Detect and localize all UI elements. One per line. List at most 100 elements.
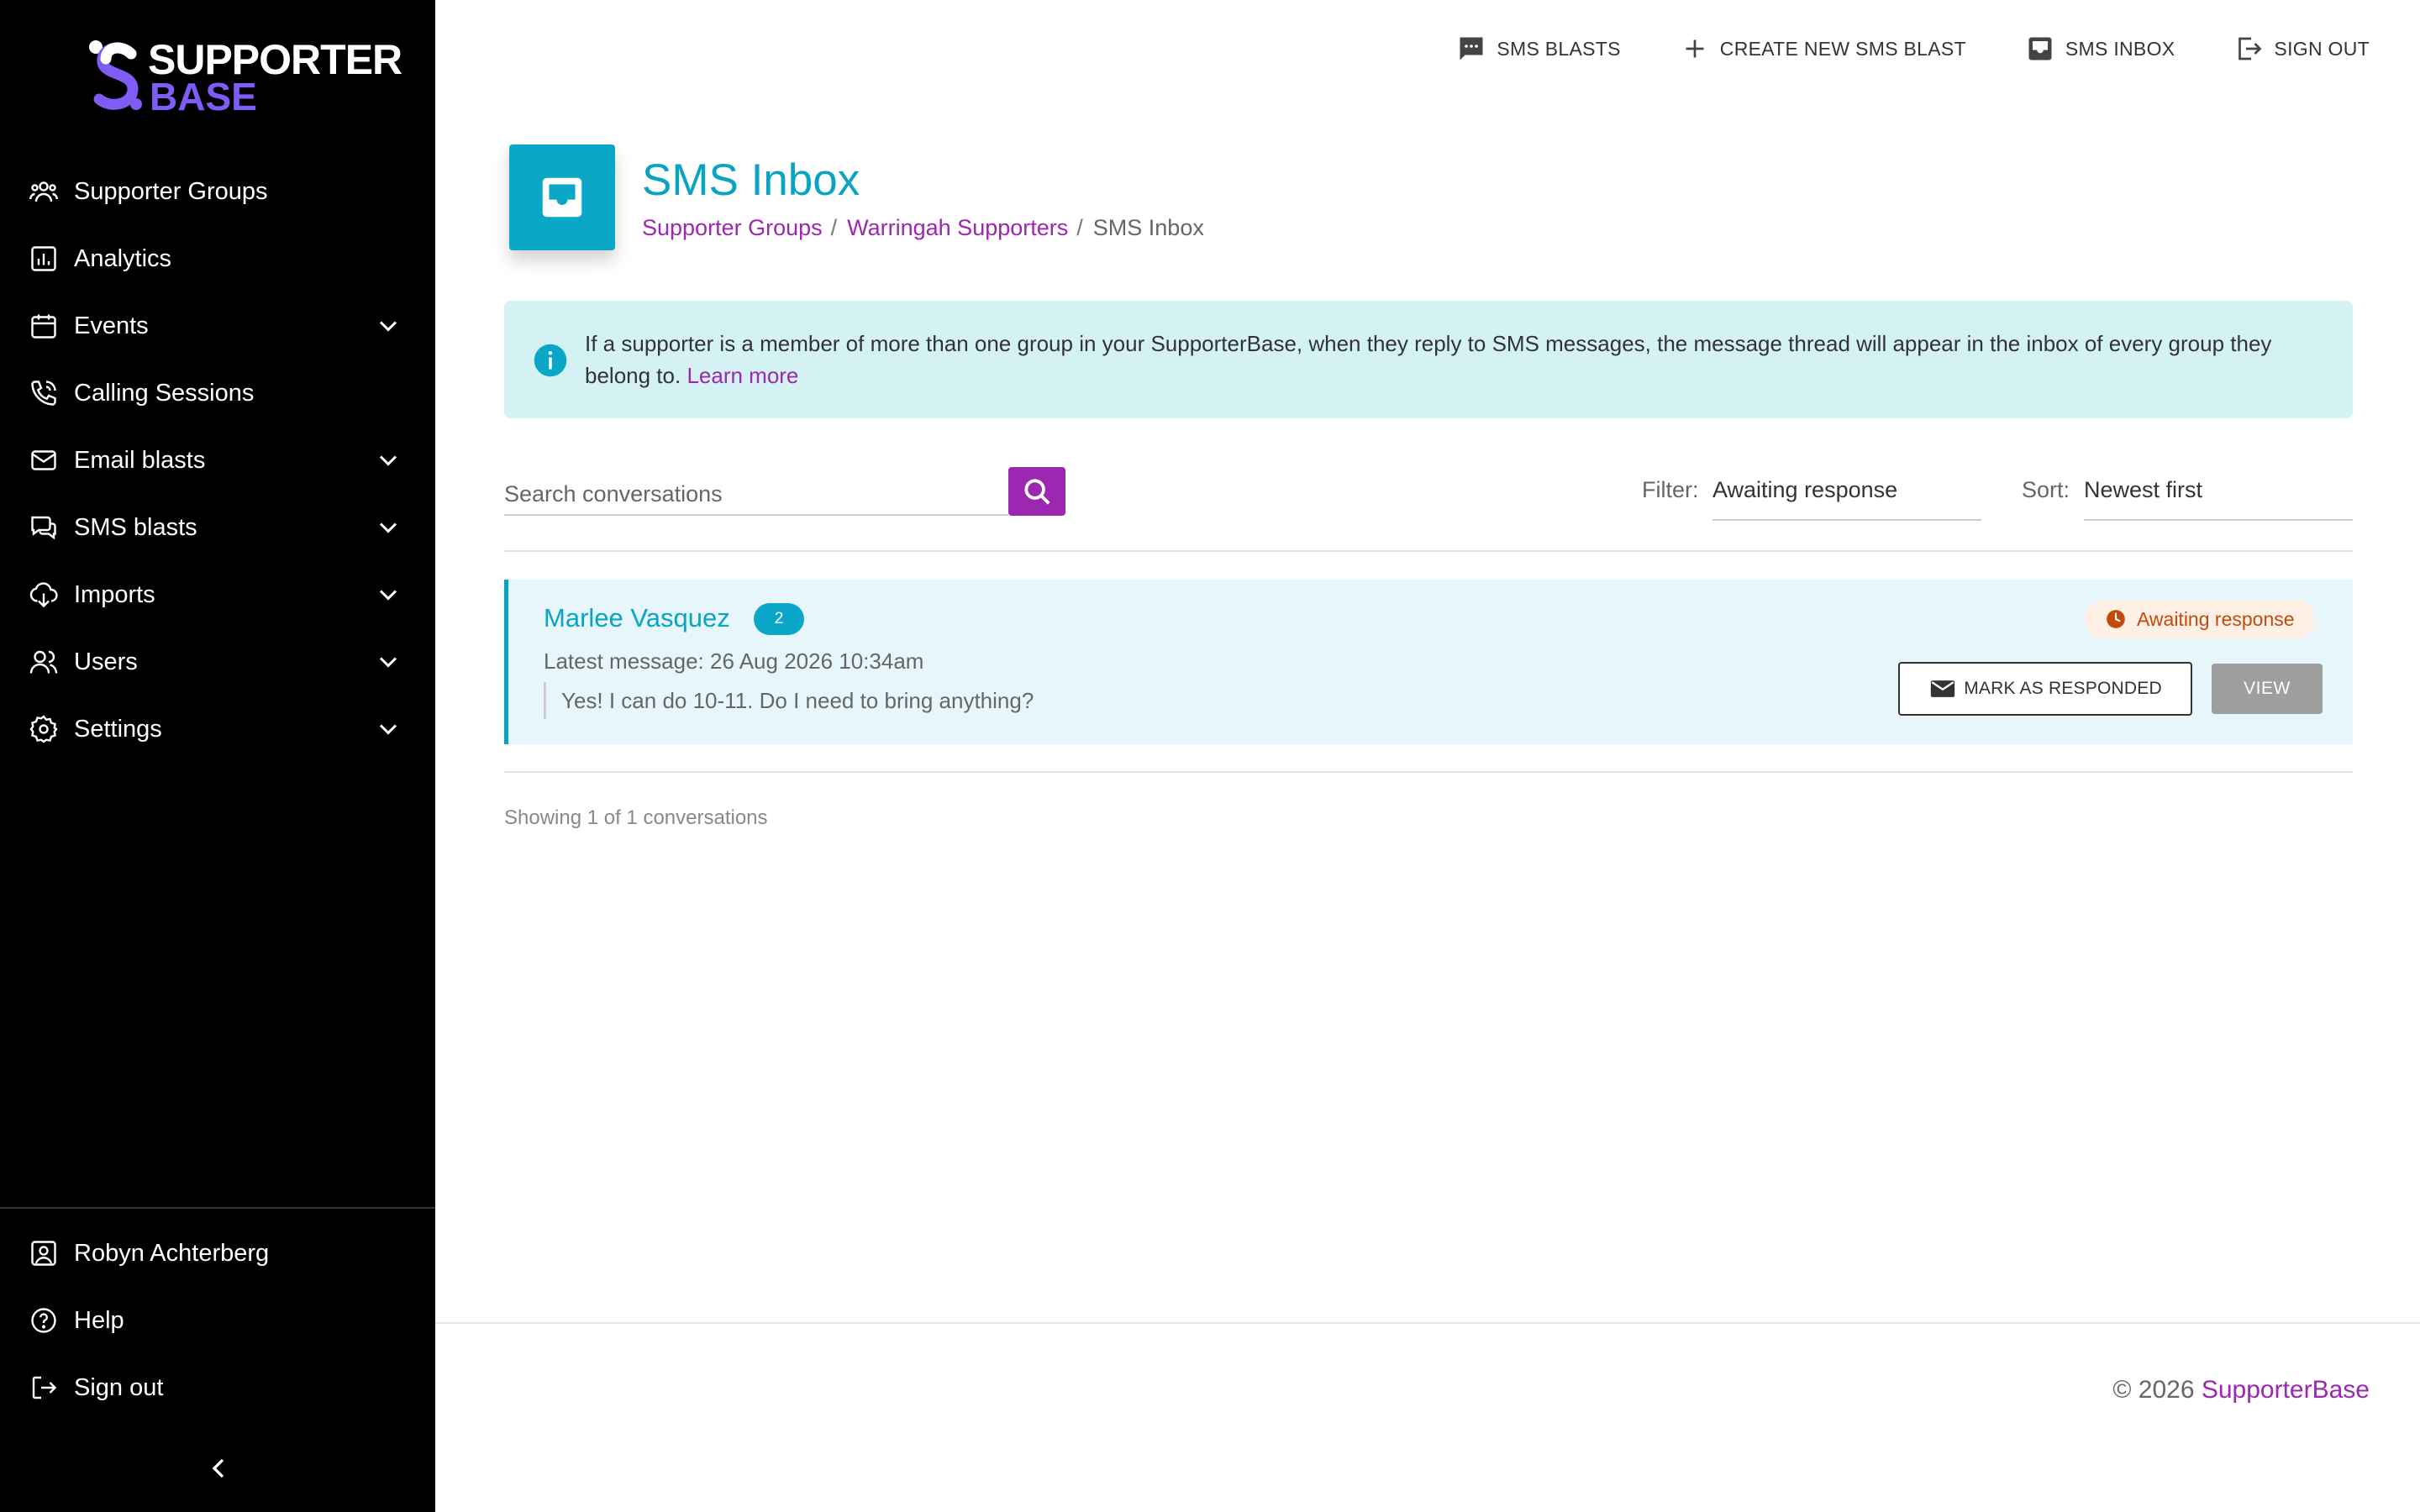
- message-count-badge: 2: [754, 603, 804, 635]
- info-icon: [534, 344, 567, 377]
- filter-label: Filter:: [1642, 477, 1699, 502]
- mark-as-responded-label: MARK AS RESPONDED: [1964, 679, 2162, 698]
- top-link-sms-blasts[interactable]: SMS BLASTS: [1456, 34, 1620, 64]
- sidebar-item-users[interactable]: Users: [0, 628, 435, 696]
- sidebar-nav: Supporter Groups Analytics Events Callin…: [0, 158, 435, 763]
- breadcrumb-separator: /: [830, 215, 838, 240]
- help-circle-icon: [27, 1304, 60, 1337]
- status-badge: Awaiting response: [2085, 600, 2315, 638]
- plus-icon: [1686, 39, 1704, 58]
- top-link-sign-out[interactable]: SIGN OUT: [2233, 34, 2370, 64]
- sidebar-item-analytics[interactable]: Analytics: [0, 225, 435, 292]
- collapse-sidebar-icon[interactable]: [202, 1452, 235, 1485]
- top-link-label: SIGN OUT: [2274, 37, 2370, 60]
- info-alert-message: If a supporter is a member of more than …: [585, 331, 2272, 388]
- sidebar-item-imports[interactable]: Imports: [0, 561, 435, 628]
- sidebar-divider: [0, 1207, 435, 1209]
- chevron-down-icon: [379, 724, 397, 735]
- sidebar: SUPPORTER BASE Supporter Groups Analytic…: [0, 0, 435, 1512]
- download-icon: [27, 578, 60, 612]
- calendar-icon: [27, 309, 60, 343]
- top-link-create-new-sms-blast[interactable]: CREATE NEW SMS BLAST: [1680, 34, 1966, 64]
- latest-message-timestamp: Latest message: 26 Aug 2026 10:34am: [544, 648, 924, 674]
- phone-icon: [27, 376, 60, 410]
- breadcrumb-link-supporter-groups[interactable]: Supporter Groups: [642, 215, 823, 241]
- top-link-label: CREATE NEW SMS BLAST: [1719, 37, 1966, 60]
- search-input[interactable]: [504, 467, 1008, 516]
- breadcrumb-separator: /: [1076, 215, 1083, 240]
- sidebar-item-label: Calling Sessions: [74, 379, 255, 407]
- breadcrumb-link-warringah-supporters[interactable]: Warringah Supporters: [847, 215, 1068, 241]
- learn-more-link[interactable]: Learn more: [687, 363, 798, 388]
- clock-icon: [2107, 610, 2125, 628]
- sidebar-item-label: Supporter Groups: [74, 177, 268, 205]
- top-link-sms-inbox[interactable]: SMS INBOX: [2025, 34, 2175, 64]
- contact-name[interactable]: Marlee Vasquez: [544, 603, 730, 633]
- sidebar-item-label: Robyn Achterberg: [74, 1239, 270, 1267]
- footer: © 2026 SupporterBase: [2112, 1376, 2370, 1404]
- inbox-icon: [2028, 37, 2052, 60]
- info-alert: If a supporter is a member of more than …: [504, 301, 2353, 418]
- footer-divider: [435, 1322, 2420, 1324]
- account-box-icon: [27, 1236, 60, 1270]
- sidebar-item-events[interactable]: Events: [0, 292, 435, 360]
- mark-as-responded-button[interactable]: MARK AS RESPONDED: [1898, 662, 2192, 716]
- sidebar-item-label: Email blasts: [74, 446, 206, 474]
- sidebar-item-label: Users: [74, 648, 138, 675]
- info-alert-text: If a supporter is a member of more than …: [585, 328, 2316, 391]
- chevron-down-icon: [379, 522, 397, 533]
- results-count: Showing 1 of 1 conversations: [504, 806, 768, 829]
- sidebar-item-help[interactable]: Help: [0, 1287, 435, 1354]
- chevron-down-icon: [379, 455, 397, 466]
- inbox-icon: [542, 177, 582, 218]
- sidebar-item-sms-blasts[interactable]: SMS blasts: [0, 494, 435, 561]
- chat-bubbles-icon: [27, 511, 60, 544]
- view-button[interactable]: VIEW: [2212, 664, 2323, 714]
- sidebar-item-label: Settings: [74, 715, 162, 743]
- divider: [504, 550, 2353, 552]
- logo[interactable]: SUPPORTER BASE: [87, 34, 402, 118]
- search-icon: [1024, 479, 1050, 505]
- mail-icon: [27, 444, 60, 477]
- message-preview: Yes! I can do 10-11. Do I need to bring …: [544, 682, 1034, 719]
- footer-brand-link[interactable]: SupporterBase: [2202, 1376, 2370, 1404]
- top-nav: SMS BLASTS CREATE NEW SMS BLAST SMS INBO…: [1397, 30, 2370, 67]
- sidebar-item-calling-sessions[interactable]: Calling Sessions: [0, 360, 435, 427]
- sidebar-item-label: Imports: [74, 580, 155, 608]
- sidebar-item-label: Sign out: [74, 1373, 164, 1401]
- users-icon: [27, 645, 60, 679]
- chevron-down-icon: [379, 657, 397, 668]
- sidebar-item-settings[interactable]: Settings: [0, 696, 435, 763]
- chevron-down-icon: [379, 590, 397, 601]
- logo-word-base: BASE: [150, 75, 257, 118]
- sidebar-item-account[interactable]: Robyn Achterberg: [0, 1220, 435, 1287]
- breadcrumb: Supporter Groups / Warringah Supporters …: [642, 215, 1204, 241]
- divider: [504, 771, 2353, 773]
- page-title: SMS Inbox: [642, 155, 860, 205]
- chat-dots-icon: [1460, 37, 1483, 60]
- conversation-item[interactable]: Marlee Vasquez 2 Latest message: 26 Aug …: [504, 580, 2353, 744]
- sidebar-item-label: Events: [74, 312, 149, 339]
- logout-icon: [2238, 37, 2262, 60]
- sort-label: Sort:: [2022, 477, 2070, 502]
- page-header-icon: [509, 144, 615, 250]
- filter-select[interactable]: Awaiting response: [1712, 465, 1981, 521]
- gear-icon: [27, 712, 60, 746]
- search-button[interactable]: [1008, 467, 1065, 516]
- top-link-label: SMS BLASTS: [1497, 37, 1621, 60]
- logout-icon: [27, 1371, 60, 1404]
- envelope-icon: [1931, 680, 1955, 697]
- bar-chart-icon: [27, 242, 60, 276]
- status-text: Awaiting response: [2137, 607, 2295, 630]
- footer-copyright: © 2026: [2112, 1376, 2202, 1404]
- sidebar-item-label: Help: [74, 1306, 124, 1334]
- sidebar-item-sign-out[interactable]: Sign out: [0, 1354, 435, 1421]
- sidebar-item-email-blasts[interactable]: Email blasts: [0, 427, 435, 494]
- logo-mark-icon: [89, 40, 142, 110]
- sidebar-item-label: Analytics: [74, 244, 172, 272]
- breadcrumb-current: SMS Inbox: [1092, 215, 1204, 240]
- sidebar-bottom-nav: Robyn Achterberg Help Sign out: [0, 1220, 435, 1421]
- sort-select[interactable]: Newest first: [2084, 465, 2353, 521]
- sidebar-item-supporter-groups[interactable]: Supporter Groups: [0, 158, 435, 225]
- chevron-down-icon: [379, 321, 397, 332]
